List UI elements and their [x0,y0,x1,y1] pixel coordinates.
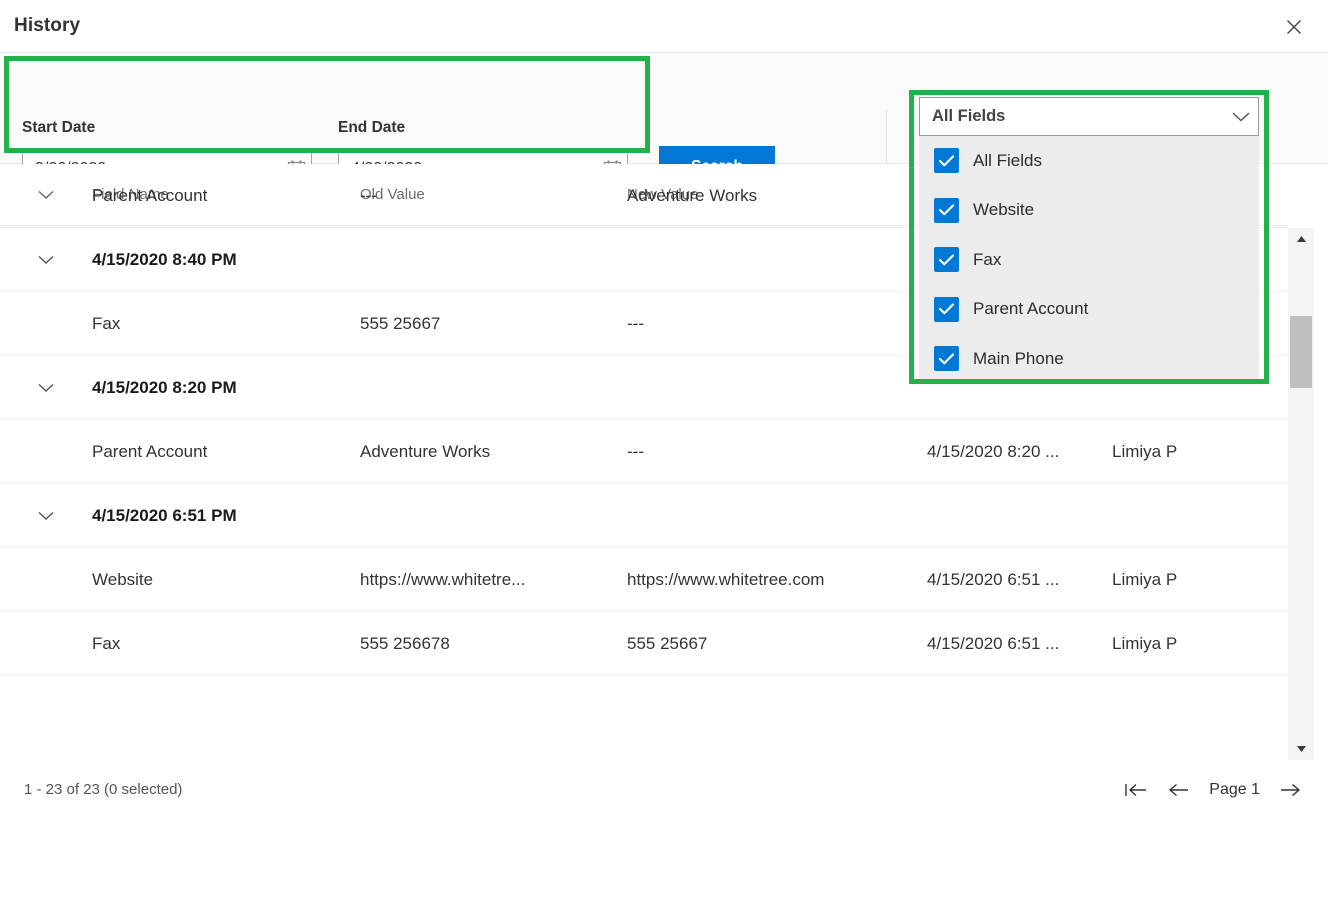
cell-changed-by: Limiya P [1112,442,1178,461]
group-header-label: 4/15/2020 8:20 PM [92,378,237,397]
checkbox-checked-icon[interactable] [934,197,959,223]
cell-changed-by: Limiya P [1112,634,1178,653]
filter-option-label: Parent Account [973,299,1089,319]
cell-changed-by: Limiya P [1112,570,1178,589]
cell-new-value: https://www.whitetree.com [627,570,825,589]
cell-new-value: 555 25667 [627,634,708,653]
table-row[interactable]: Parent Account Adventure Works --- 4/15/202… [0,420,1288,484]
cell-new-value: Adventure Works [627,186,758,205]
cell-old-value: --- [360,186,377,205]
filter-option-all-fields[interactable]: All Fields [919,136,1259,186]
start-date-label: Start Date [22,119,96,136]
record-count-status: 1 - 23 of 23 (0 selected) [24,781,183,798]
row-divider [0,675,1288,676]
end-date-label: End Date [338,119,406,136]
pagination-controls: Page 1 [1123,777,1304,803]
checkbox-checked-icon[interactable] [934,148,959,174]
filter-option-label: Website [973,200,1035,220]
cell-old-value: Adventure Works [360,442,491,461]
cell-field-name: Website [92,570,154,589]
filter-option-label: All Fields [973,150,1042,170]
page-number-label: Page 1 [1209,781,1260,798]
group-header-row[interactable]: 4/15/2020 6:51 PM [0,484,1288,548]
group-expand-chevron-icon[interactable] [0,382,92,394]
cell-new-value: --- [627,314,644,333]
cell-field-name: Parent Account [92,186,208,205]
cell-new-value: --- [627,442,644,461]
filter-by-select[interactable]: All Fields [919,97,1259,136]
history-dialog: History Start Date 3/26/2020 [0,0,1328,904]
checkbox-checked-icon[interactable] [934,346,959,372]
close-icon[interactable] [1278,11,1310,43]
filter-option-fax[interactable]: Fax [919,235,1259,285]
cell-old-value: 555 25667 [360,314,441,333]
table-row[interactable]: Fax 555 256678 555 25667 4/15/2020 6:51 ...… [0,612,1288,676]
dialog-titlebar: History [0,0,1328,53]
scroll-up-arrow-icon[interactable] [1288,228,1314,250]
cell-old-value: 555 256678 [360,634,450,653]
cell-changed-date: 4/15/2020 6:51 ... [927,634,1060,653]
filter-option-main-phone[interactable]: Main Phone [919,334,1259,379]
cell-changed-date: 4/15/2020 8:20 ... [927,442,1060,461]
checkbox-checked-icon[interactable] [934,296,959,322]
group-expand-chevron-icon[interactable] [0,510,92,522]
scroll-down-arrow-icon[interactable] [1288,738,1314,760]
cell-old-value: https://www.whitetre... [360,570,526,589]
filter-option-label: Fax [973,249,1002,269]
group-header-label: 4/15/2020 6:51 PM [92,506,237,525]
dialog-footer: 1 - 23 of 23 (0 selected) Page 1 [0,760,1328,904]
filter-option-website[interactable]: Website [919,186,1259,236]
first-page-arrow-icon[interactable] [1123,777,1149,803]
table-row[interactable]: Website https://www.whitetre... https://ww… [0,548,1288,612]
cell-field-name: Parent Account [92,442,208,461]
filter-option-label: Main Phone [973,348,1064,368]
scrollbar-thumb[interactable] [1290,316,1312,388]
checkbox-checked-icon[interactable] [934,247,959,273]
group-expand-chevron-icon[interactable] [0,254,92,266]
page-title: History [14,15,81,36]
chevron-down-icon[interactable] [1224,111,1258,123]
cell-changed-date: 4/15/2020 6:51 ... [927,570,1060,589]
cell-field-name: Fax [92,314,121,333]
previous-page-arrow-icon[interactable] [1165,777,1191,803]
filter-by-selected-value: All Fields [932,107,1006,125]
grid-vertical-scrollbar[interactable] [1288,228,1314,760]
filter-by-options-menu[interactable]: All Fields Website Fax Parent Account Main P… [919,136,1259,379]
filter-option-parent-account[interactable]: Parent Account [919,285,1259,335]
next-page-arrow-icon[interactable] [1278,777,1304,803]
cell-field-name: Fax [92,634,121,653]
